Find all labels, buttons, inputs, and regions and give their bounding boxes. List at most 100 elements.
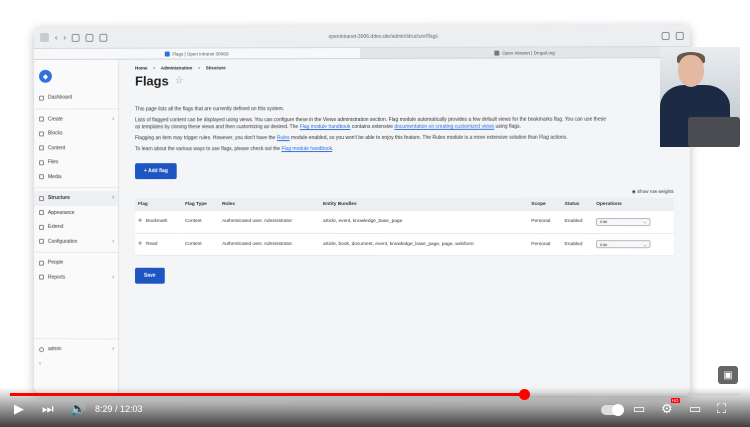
drag-handle-icon[interactable]: ✥ bbox=[138, 219, 142, 224]
divider bbox=[34, 252, 118, 253]
flag-name: Bookmark bbox=[146, 219, 167, 224]
sidebar-item-configuration[interactable]: Configuration › bbox=[34, 234, 118, 248]
sidebar-item-blocks[interactable]: Blocks bbox=[34, 126, 118, 141]
collapse-sidebar-button[interactable]: ‹ bbox=[34, 357, 118, 372]
sidebar-item-extend[interactable]: Extend bbox=[34, 220, 118, 234]
tab-flags[interactable]: Flags | Open Intranet 3006D bbox=[34, 48, 360, 59]
table-row: ✥ Bookmark Content Authenticated user, Admi… bbox=[135, 211, 674, 233]
handbook-info: To learn about the various ways to use f… bbox=[135, 146, 674, 154]
screen-icon[interactable] bbox=[86, 33, 94, 41]
rules-link[interactable]: Rules bbox=[277, 135, 290, 141]
star-icon[interactable]: ☆ bbox=[175, 75, 184, 86]
address-bar[interactable]: openintranet-3006.ddev.site/admin/struct… bbox=[114, 33, 656, 41]
appearance-icon bbox=[39, 210, 44, 215]
breadcrumb-structure[interactable]: Structure bbox=[206, 65, 226, 70]
structure-icon bbox=[39, 196, 44, 201]
sidebar-item-files[interactable]: Files bbox=[34, 155, 118, 169]
tab-icon[interactable] bbox=[100, 33, 108, 41]
chevron-right-icon: › bbox=[112, 195, 114, 201]
breadcrumb-sep: › bbox=[198, 65, 199, 70]
sidebar-item-label: Dashboard bbox=[48, 95, 114, 101]
people-icon bbox=[39, 260, 44, 265]
tab-drupal-org[interactable]: Open Intranet | Drupal.org bbox=[360, 47, 690, 58]
flag-status: Enabled bbox=[562, 211, 594, 233]
sidebar-user-menu[interactable]: admin › bbox=[34, 342, 118, 357]
column-header-flag: Flag bbox=[135, 198, 182, 211]
flag-handbook-link[interactable]: Flag module handbook bbox=[300, 124, 351, 130]
back-icon[interactable]: ‹ bbox=[55, 33, 58, 42]
breadcrumb-sep: › bbox=[153, 66, 154, 71]
next-icon[interactable]: ⏭ bbox=[42, 402, 54, 415]
drag-handle-icon[interactable]: ✥ bbox=[138, 241, 142, 246]
configuration-icon bbox=[39, 239, 44, 244]
volume-icon[interactable]: 🔊 bbox=[70, 402, 86, 415]
sidebar-item-create[interactable]: Create › bbox=[34, 112, 118, 127]
save-button[interactable]: Save bbox=[135, 267, 164, 283]
settings-icon[interactable]: ⚙ bbox=[661, 402, 673, 415]
sidebar-item-reports[interactable]: Reports › bbox=[34, 270, 118, 285]
fullscreen-icon[interactable]: ⛶ bbox=[717, 402, 726, 415]
flag-type: Content bbox=[182, 233, 219, 255]
edit-label: Edit bbox=[600, 219, 607, 224]
theater-mode-icon[interactable]: ▭ bbox=[689, 402, 701, 415]
breadcrumb-home[interactable]: Home bbox=[135, 66, 147, 71]
divider bbox=[34, 108, 118, 109]
sidebar-item-label: Content bbox=[48, 145, 114, 151]
operations-dropdown[interactable]: Edit ⌄ bbox=[596, 240, 651, 248]
flag-handbook-link-2[interactable]: Flag module handbook bbox=[281, 146, 332, 152]
page-title: Flags bbox=[135, 73, 169, 88]
sidebar-item-label: Extend bbox=[48, 224, 114, 230]
chevron-right-icon: › bbox=[112, 347, 114, 353]
custom-views-docs-link[interactable]: documentation on creating customized vie… bbox=[394, 124, 494, 130]
sidebar-item-people[interactable]: People bbox=[34, 256, 118, 271]
sidebar-item-label: Appearance bbox=[48, 210, 114, 216]
play-icon[interactable]: ▶ bbox=[14, 402, 24, 415]
presenter-webcam bbox=[660, 47, 740, 147]
flags-table: Flag Flag Type Roles Entity Bundles Scope Sta… bbox=[135, 198, 674, 256]
sidebar-item-appearance[interactable]: Appearance bbox=[34, 206, 118, 220]
subtitles-icon[interactable]: ▭ bbox=[633, 402, 645, 415]
sidebar-item-dashboard[interactable]: Dashboard bbox=[34, 91, 118, 106]
scrubber-handle[interactable] bbox=[519, 389, 530, 400]
rules-info: Flagging an item may trigger rules. Howe… bbox=[135, 135, 674, 143]
channel-watermark-icon[interactable]: ▣ bbox=[718, 366, 738, 384]
drupal-drop-icon[interactable]: ◆ bbox=[39, 70, 52, 83]
sidebar-item-content[interactable]: Content bbox=[34, 141, 118, 156]
flag-name: Read bbox=[146, 241, 157, 246]
breadcrumb: Home › Administration › Structure bbox=[135, 64, 674, 70]
breadcrumb-administration[interactable]: Administration bbox=[161, 65, 193, 70]
browser-window: ‹ › openintranet-3006.ddev.site/admin/st… bbox=[34, 25, 690, 395]
collapse-icon: ‹ bbox=[39, 361, 41, 367]
autoplay-toggle[interactable] bbox=[601, 405, 623, 415]
progress-bar[interactable] bbox=[10, 393, 740, 396]
reader-icon[interactable] bbox=[72, 33, 80, 41]
sidebar-item-media[interactable]: Media bbox=[34, 170, 118, 184]
media-icon bbox=[39, 174, 44, 179]
forward-icon[interactable]: › bbox=[63, 33, 66, 42]
flag-status: Enabled bbox=[562, 233, 594, 255]
edit-label: Edit bbox=[600, 242, 607, 247]
sidebar-item-label: Files bbox=[48, 159, 114, 165]
sidebar-item-label: Blocks bbox=[48, 131, 114, 137]
drupal-org-favicon-icon bbox=[494, 50, 499, 55]
divider bbox=[34, 338, 118, 339]
sidebar-item-label: Media bbox=[48, 174, 114, 180]
sidebar-item-structure[interactable]: Structure › bbox=[34, 191, 118, 205]
video-player[interactable]: ‹ › openintranet-3006.ddev.site/admin/st… bbox=[0, 0, 750, 427]
operations-dropdown[interactable]: Edit ⌄ bbox=[596, 218, 651, 226]
column-header-operations: Operations bbox=[593, 198, 674, 211]
table-row: ✥ Read Content Authenticated user, Administ… bbox=[135, 233, 674, 255]
sidebar-toggle-icon[interactable] bbox=[40, 33, 49, 42]
admin-sidebar: ◆ Dashboard Create › Blocks Content Files Medi… bbox=[34, 60, 119, 393]
show-row-weights-toggle[interactable]: ◉ Show row weights bbox=[135, 189, 674, 195]
share-icon[interactable] bbox=[676, 31, 684, 39]
flag-scope: Personal bbox=[528, 211, 561, 233]
flag-type: Content bbox=[182, 211, 219, 233]
main-content: Home › Administration › Structure Flags ☆ … bbox=[119, 58, 690, 395]
download-icon[interactable] bbox=[662, 31, 670, 39]
add-flag-button[interactable]: + Add flag bbox=[135, 163, 177, 179]
column-header-entity-bundles: Entity Bundles bbox=[320, 198, 528, 211]
sidebar-item-label: People bbox=[48, 260, 114, 266]
laptop-icon bbox=[688, 117, 740, 147]
flag-roles: Authenticated user, Administrator bbox=[219, 233, 320, 255]
